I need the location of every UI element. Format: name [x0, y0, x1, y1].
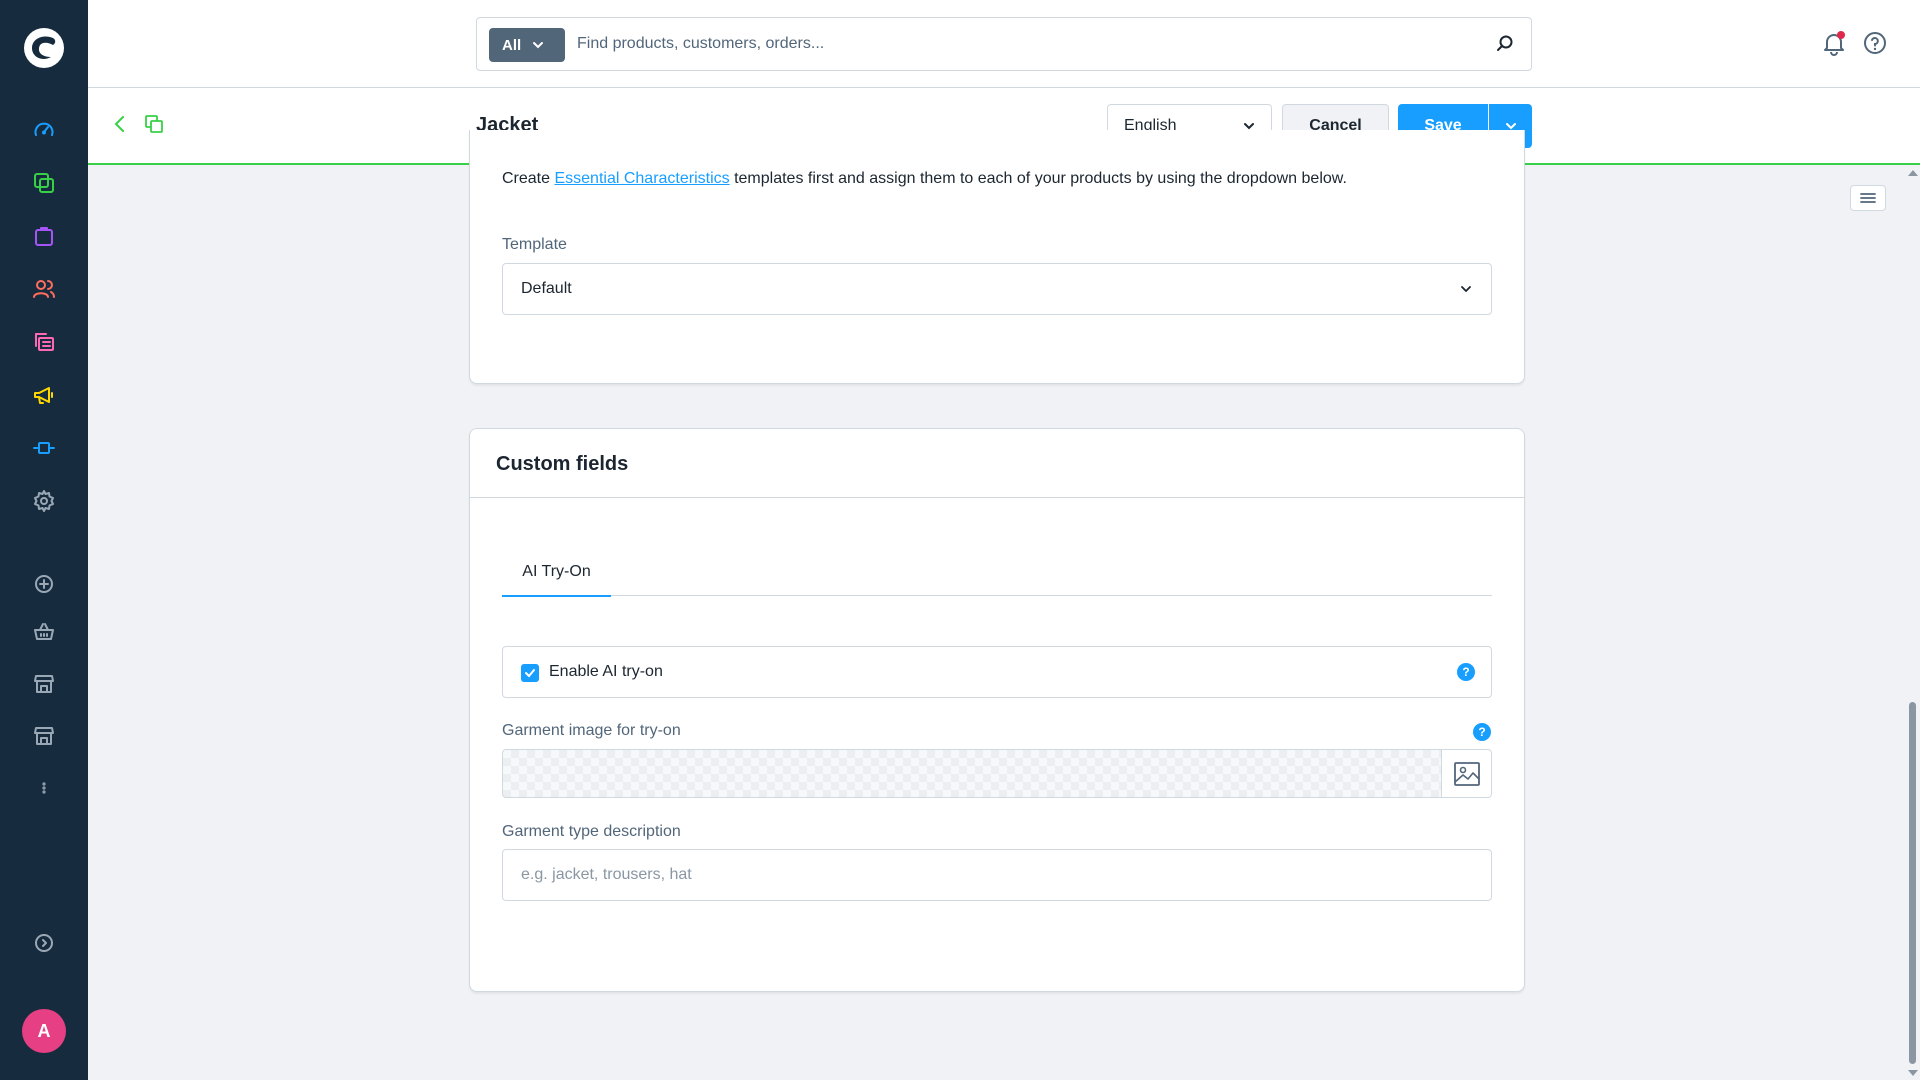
template-label: Template [502, 236, 567, 253]
plus-circle-icon[interactable] [28, 568, 60, 600]
custom-fields-title: Custom fields [496, 453, 629, 475]
chevron-down-icon [1461, 286, 1471, 293]
content-icon[interactable] [28, 326, 60, 358]
top-bar: All [88, 0, 1920, 88]
bag-icon[interactable] [28, 220, 60, 252]
shopware-logo-icon[interactable] [20, 24, 68, 72]
help-prefix: Create [502, 170, 555, 187]
search-icon[interactable] [1493, 32, 1517, 56]
sidebar-toggle-button[interactable] [1850, 185, 1886, 211]
search-type-label: All [502, 36, 522, 54]
essential-characteristics-help: Create Essential Characteristics templat… [502, 170, 1347, 188]
more-vertical-icon[interactable] [28, 772, 60, 804]
help-icon[interactable] [1862, 30, 1888, 56]
checkmark-icon [525, 669, 535, 678]
search-type-dropdown[interactable]: All [489, 28, 565, 62]
scrollbar[interactable] [1905, 166, 1920, 1080]
scroll-up-arrow-icon[interactable] [1908, 170, 1918, 176]
image-icon [1453, 761, 1480, 786]
scroll-down-arrow-icon[interactable] [1908, 1070, 1918, 1076]
tab-ai-try-on[interactable]: AI Try-On [502, 549, 611, 597]
tab-bar [502, 595, 1492, 596]
storefront-icon[interactable] [28, 668, 60, 700]
avatar[interactable]: A [22, 1009, 66, 1053]
megaphone-icon[interactable] [28, 379, 60, 411]
enable-ai-try-on-label[interactable]: Enable AI try-on [549, 663, 663, 681]
gauge-icon[interactable] [28, 114, 60, 146]
help-icon[interactable]: ? [1473, 723, 1491, 741]
users-icon[interactable] [28, 273, 60, 305]
essential-characteristics-card: Create Essential Characteristics templat… [469, 130, 1525, 384]
garment-image-label: Garment image for try-on [502, 722, 681, 739]
help-suffix: templates first and assign them to each … [729, 170, 1347, 187]
gear-icon[interactable] [28, 485, 60, 517]
essential-characteristics-link[interactable]: Essential Characteristics [554, 170, 729, 187]
enable-ai-try-on-checkbox[interactable] [521, 664, 539, 682]
search-input[interactable] [577, 18, 1457, 70]
help-icon[interactable]: ? [1457, 663, 1475, 681]
list-icon [1860, 193, 1876, 203]
storefront-icon[interactable] [28, 720, 60, 752]
chevron-circle-right-icon[interactable] [28, 927, 60, 959]
bell-icon[interactable] [1821, 30, 1847, 56]
global-search: All [476, 17, 1532, 71]
copy-icon[interactable] [144, 114, 164, 134]
garment-type-label: Garment type description [502, 823, 681, 840]
garment-type-input[interactable] [502, 849, 1492, 901]
plugin-icon[interactable] [28, 432, 60, 464]
garment-image-field[interactable] [502, 749, 1492, 798]
card-divider [470, 497, 1524, 498]
layers-icon[interactable] [28, 167, 60, 199]
enable-ai-try-on-field: Enable AI try-on ? [502, 646, 1492, 698]
template-value: Default [521, 280, 572, 297]
basket-icon[interactable] [28, 616, 60, 648]
template-select[interactable]: Default [502, 263, 1492, 315]
media-select-button[interactable] [1441, 750, 1491, 797]
admin-sidebar: A [0, 0, 88, 1080]
custom-fields-card: Custom fields AI Try-On Enable AI try-on… [469, 428, 1525, 992]
back-icon[interactable] [110, 114, 130, 134]
scrollbar-thumb[interactable] [1909, 702, 1916, 1064]
chevron-down-icon [533, 42, 544, 49]
